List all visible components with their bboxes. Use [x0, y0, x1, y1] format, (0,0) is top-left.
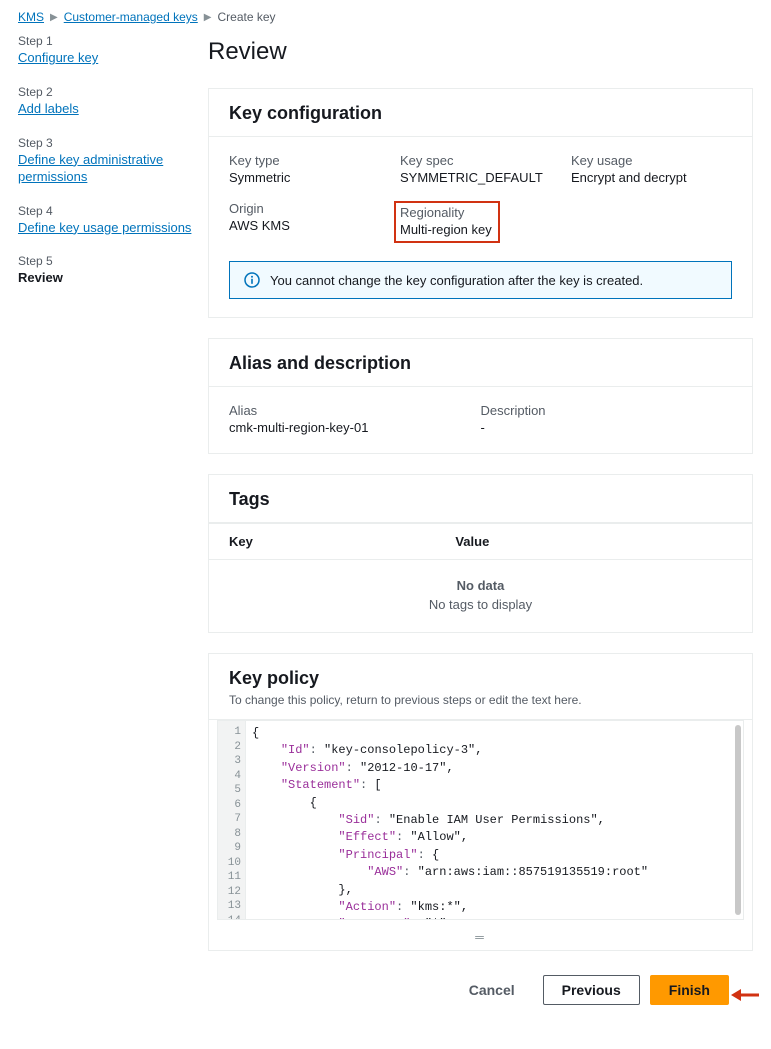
step-1: Step 1 Configure key [18, 34, 192, 67]
step-number: Step 2 [18, 85, 192, 99]
kv-value: Encrypt and decrypt [571, 170, 732, 185]
panel-tags: Tags Key Value No data No tags to displa… [208, 474, 753, 633]
kv-value: Symmetric [229, 170, 390, 185]
scrollbar[interactable] [735, 725, 741, 915]
panel-heading: Tags [229, 489, 732, 510]
panel-subtext: To change this policy, return to previou… [229, 693, 732, 707]
kv-value: cmk-multi-region-key-01 [229, 420, 481, 435]
kv-label: Key spec [400, 153, 561, 168]
line-gutter: 1234567891011121314 [218, 721, 246, 919]
kv-alias: Alias cmk-multi-region-key-01 [229, 403, 481, 435]
panel-heading: Key policy [229, 668, 732, 689]
tags-empty-state: No data No tags to display [209, 560, 752, 632]
info-icon [244, 272, 260, 288]
step-number: Step 5 [18, 254, 192, 268]
column-header-value: Value [455, 534, 732, 549]
arrow-annotation-icon [731, 987, 759, 1003]
column-header-key: Key [229, 534, 455, 549]
chevron-right-icon: ▶ [50, 12, 58, 23]
kv-value: AWS KMS [229, 218, 390, 233]
finish-button[interactable]: Finish [650, 975, 729, 1005]
highlight-annotation: Regionality Multi-region key [394, 201, 500, 243]
kv-regionality: Regionality Multi-region key [400, 201, 561, 243]
step-current-review: Review [18, 270, 192, 285]
step-link-configure-key[interactable]: Configure key [18, 50, 98, 67]
breadcrumb-current: Create key [217, 10, 275, 24]
kv-value: - [481, 420, 733, 435]
kv-key-spec: Key spec SYMMETRIC_DEFAULT [400, 153, 561, 185]
breadcrumb: KMS ▶ Customer-managed keys ▶ Create key [18, 6, 753, 34]
breadcrumb-parent-link[interactable]: Customer-managed keys [64, 10, 198, 24]
kv-label: Origin [229, 201, 390, 216]
panel-heading: Key configuration [229, 103, 732, 124]
step-link-usage-permissions[interactable]: Define key usage permissions [18, 220, 191, 237]
kv-label: Alias [229, 403, 481, 418]
panel-key-policy: Key policy To change this policy, return… [208, 653, 753, 951]
step-4: Step 4 Define key usage permissions [18, 204, 192, 237]
step-number: Step 4 [18, 204, 192, 218]
empty-title: No data [209, 578, 752, 593]
kv-label: Key usage [571, 153, 732, 168]
info-text: You cannot change the key configuration … [270, 273, 643, 288]
cancel-button[interactable]: Cancel [451, 976, 533, 1004]
empty-text: No tags to display [209, 597, 752, 612]
tags-table-header: Key Value [209, 523, 752, 560]
step-link-add-labels[interactable]: Add labels [18, 101, 79, 118]
breadcrumb-root-link[interactable]: KMS [18, 10, 44, 24]
policy-text[interactable]: { "Id": "key-consolepolicy-3", "Version"… [246, 721, 743, 920]
step-number: Step 1 [18, 34, 192, 48]
chevron-right-icon: ▶ [204, 12, 212, 23]
previous-button[interactable]: Previous [543, 975, 640, 1005]
step-3: Step 3 Define key administrative permiss… [18, 136, 192, 186]
kv-label: Description [481, 403, 733, 418]
step-5: Step 5 Review [18, 254, 192, 285]
page-title: Review [208, 38, 753, 66]
kv-origin: Origin AWS KMS [229, 201, 390, 243]
kv-value: Multi-region key [400, 222, 492, 237]
step-link-admin-permissions[interactable]: Define key administrative permissions [18, 152, 192, 186]
step-number: Step 3 [18, 136, 192, 150]
step-2: Step 2 Add labels [18, 85, 192, 118]
wizard-footer-actions: Cancel Previous Finish [208, 971, 753, 1019]
kv-label: Key type [229, 153, 390, 168]
kv-value: SYMMETRIC_DEFAULT [400, 170, 561, 185]
policy-editor[interactable]: 1234567891011121314 { "Id": "key-console… [217, 720, 744, 920]
resize-handle-icon[interactable]: ═ [209, 928, 752, 950]
wizard-steps-sidebar: Step 1 Configure key Step 2 Add labels S… [18, 34, 204, 1049]
kv-description: Description - [481, 403, 733, 435]
kv-key-type: Key type Symmetric [229, 153, 390, 185]
info-banner: You cannot change the key configuration … [229, 261, 732, 299]
panel-heading: Alias and description [229, 353, 732, 374]
kv-label: Regionality [400, 205, 492, 220]
panel-alias-description: Alias and description Alias cmk-multi-re… [208, 338, 753, 454]
panel-key-configuration: Key configuration Key type Symmetric Key… [208, 88, 753, 318]
main-content: Review Key configuration Key type Symmet… [204, 34, 753, 1049]
kv-key-usage: Key usage Encrypt and decrypt [571, 153, 732, 185]
